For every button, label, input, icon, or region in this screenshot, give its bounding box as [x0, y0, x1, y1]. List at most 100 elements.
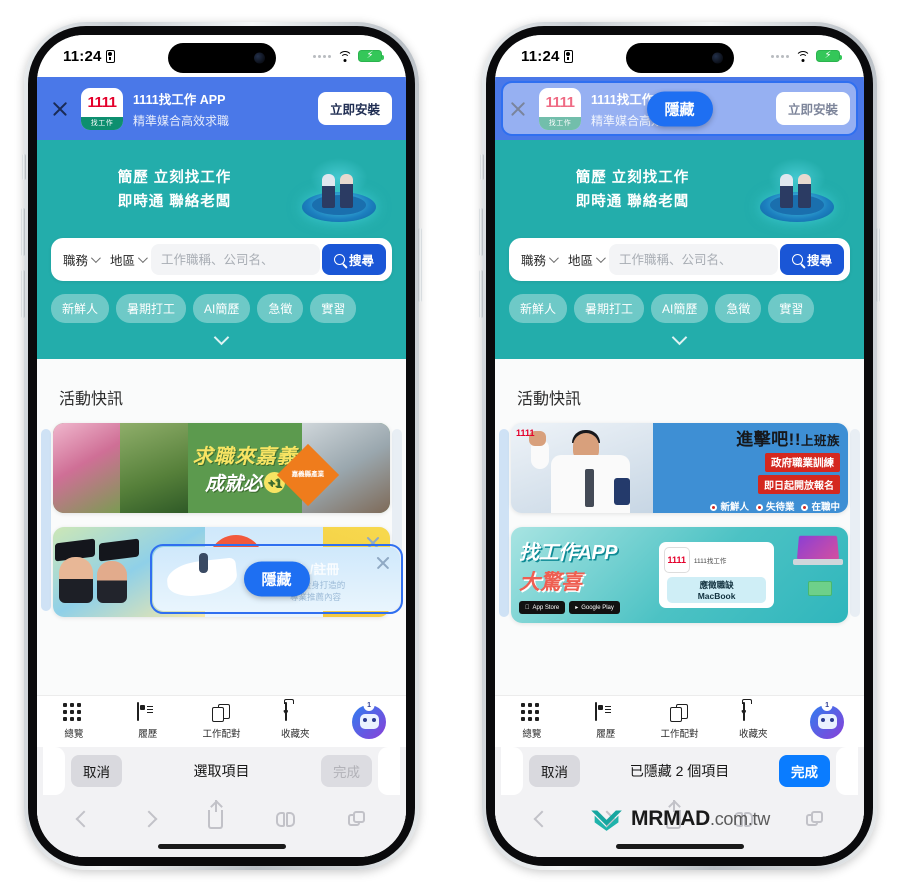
- search-button[interactable]: 搜尋: [779, 244, 844, 275]
- power-button[interactable]: [418, 228, 422, 302]
- banner-surprise-phone-card: 1111 1111找工作 應徵職缺 MacBook: [658, 542, 775, 608]
- done-button[interactable]: 完成: [321, 755, 372, 787]
- back-button[interactable]: [533, 810, 551, 828]
- volume-down-button[interactable]: [479, 270, 483, 318]
- tag-chip[interactable]: 急徵: [715, 294, 762, 323]
- mini-app-title: 1111找工作: [693, 558, 727, 565]
- pill-item: 在職中: [801, 499, 840, 513]
- tag-chip[interactable]: AI簡歷: [651, 294, 709, 323]
- app-store-badge[interactable]:  App Store: [519, 601, 566, 614]
- banner-chiayi[interactable]: 求職來嘉義 成就必 +1 嘉義縣產業: [53, 423, 390, 513]
- tag-chip[interactable]: 實習: [310, 294, 357, 323]
- carousel-peek-right[interactable]: [850, 429, 860, 617]
- money-icon: [808, 581, 832, 596]
- battery-charging-icon: ⚡: [816, 50, 842, 62]
- hero-line-1: 簡歷 立刻找工作: [117, 170, 232, 187]
- documents-icon: [211, 703, 231, 723]
- tab-overview[interactable]: 總覽: [495, 703, 569, 740]
- status-time-group: 11:24: [521, 48, 573, 65]
- search-button[interactable]: 搜尋: [321, 244, 386, 275]
- tabs-button[interactable]: [806, 811, 824, 827]
- search-input[interactable]: [151, 244, 320, 275]
- tag-chip[interactable]: 暑期打工: [116, 294, 187, 323]
- install-button[interactable]: 立即安裝: [317, 92, 392, 125]
- power-button[interactable]: [876, 228, 880, 302]
- cancel-button[interactable]: 取消: [529, 755, 580, 787]
- app-tabbar: 總覽 履歷 工作配對 收藏夾: [37, 695, 406, 747]
- tab-favorites[interactable]: 收藏夾: [258, 702, 332, 740]
- banner-attack-title: 進擊吧!!上班族: [736, 430, 840, 449]
- tabs-icon: [348, 811, 366, 827]
- hero-section: 簡歷 立刻找工作 即時通 聯絡老闆 職務 地區 工作職稱、公司名、 搜尋 新鮮人…: [495, 140, 864, 359]
- tabs-icon: [806, 811, 824, 827]
- tabs-button[interactable]: [348, 811, 366, 827]
- area-filter-label: 地區: [568, 254, 594, 268]
- cancel-button[interactable]: 取消: [71, 755, 122, 787]
- wifi-icon: [795, 50, 810, 62]
- carousel-peek-left[interactable]: [41, 429, 51, 611]
- close-icon[interactable]: [49, 98, 71, 120]
- phone-left: 11:24 ⚡ 1111 找工作 1111找工作 APP 精準媒合高效求職 立即…: [21, 22, 422, 870]
- hide-button[interactable]: 隱藏: [243, 561, 310, 597]
- tab-resume[interactable]: 履歷: [111, 702, 185, 740]
- hero-row: 簡歷 立刻找工作 即時通 聯絡老闆: [37, 158, 406, 224]
- volume-down-button[interactable]: [21, 270, 25, 318]
- tag-chip[interactable]: 實習: [768, 294, 815, 323]
- search-input[interactable]: [609, 244, 778, 275]
- tag-chip[interactable]: 急徵: [257, 294, 304, 323]
- tab-job-match-label: 工作配對: [202, 728, 241, 740]
- banner-job-training[interactable]: 1111 進擊吧!!上班族 政府職業訓練 即日起開放報名 新鮮人 失待業 在職中: [511, 423, 848, 513]
- hero-copy: 簡歷 立刻找工作 即時通 聯絡老闆: [511, 167, 754, 215]
- google-play-badge[interactable]: ▸ Google Play: [569, 601, 620, 614]
- volume-up-button[interactable]: [21, 208, 25, 256]
- app-tabbar: 總覽 履歷 工作配對 收藏夾: [495, 695, 864, 747]
- dynamic-island: [625, 43, 734, 73]
- silent-switch[interactable]: [22, 154, 26, 180]
- forward-button[interactable]: [140, 810, 158, 828]
- role-filter-dropdown[interactable]: 職務: [515, 250, 560, 269]
- share-button[interactable]: [207, 799, 223, 829]
- tag-chip[interactable]: 新鮮人: [509, 294, 568, 323]
- banner-chiayi-line1: 求職來嘉義: [192, 446, 298, 468]
- done-button[interactable]: 完成: [779, 755, 830, 787]
- tab-chatbot[interactable]: 1: [332, 699, 406, 739]
- phone-right: 11:24 ⚡ 1111 找工作 1111找工作 APP 精準媒合高效求職 立即…: [479, 22, 880, 870]
- mini-app-icon: 1111: [663, 547, 690, 573]
- tab-resume[interactable]: 履歷: [569, 702, 643, 740]
- banner-attack-sub1: 政府職業訓練: [653, 453, 840, 472]
- expand-filters-button[interactable]: [495, 323, 864, 346]
- back-button[interactable]: [75, 810, 93, 828]
- banner-app-surprise[interactable]: 找工作APP 大驚喜  App Store ▸ Googl: [511, 527, 848, 623]
- select-bar-title: 選取項目: [193, 763, 250, 779]
- hide-button[interactable]: 隱藏: [646, 91, 713, 126]
- expand-filters-button[interactable]: [37, 323, 406, 346]
- home-indicator[interactable]: [157, 844, 286, 849]
- carousel-peek-left[interactable]: [499, 429, 509, 617]
- volume-up-button[interactable]: [479, 208, 483, 256]
- chevron-down-icon: [548, 253, 559, 264]
- tab-overview[interactable]: 總覽: [37, 703, 111, 740]
- silent-switch[interactable]: [480, 154, 484, 180]
- safari-select-bar: 取消 已隱藏 2 個項目 完成: [495, 747, 864, 795]
- chevron-down-icon: [595, 253, 606, 264]
- tab-favorites[interactable]: 收藏夾: [716, 702, 790, 740]
- tab-job-match[interactable]: 工作配對: [643, 703, 717, 740]
- wifi-icon: [337, 50, 352, 62]
- role-filter-label: 職務: [63, 254, 89, 268]
- select-bar-title: 已隱藏 2 個項目: [629, 763, 730, 779]
- bookmarks-button[interactable]: [276, 811, 296, 827]
- quick-tags: 新鮮人 暑期打工 AI簡歷 急徵 實習: [495, 281, 864, 323]
- role-filter-dropdown[interactable]: 職務: [57, 250, 102, 269]
- watermark-text: MRMAD.com.tw: [631, 807, 770, 831]
- tab-chatbot[interactable]: 1: [790, 699, 864, 739]
- tag-chip[interactable]: 新鮮人: [51, 294, 110, 323]
- status-bar: 11:24 ⚡: [495, 35, 864, 77]
- area-filter-dropdown[interactable]: 地區: [562, 250, 607, 269]
- tag-chip[interactable]: AI簡歷: [193, 294, 251, 323]
- selbar-edge-right: [378, 747, 400, 795]
- tag-chip[interactable]: 暑期打工: [574, 294, 645, 323]
- home-indicator[interactable]: [615, 844, 744, 849]
- chevron-down-icon: [137, 253, 148, 264]
- area-filter-dropdown[interactable]: 地區: [104, 250, 149, 269]
- tab-job-match[interactable]: 工作配對: [185, 703, 259, 740]
